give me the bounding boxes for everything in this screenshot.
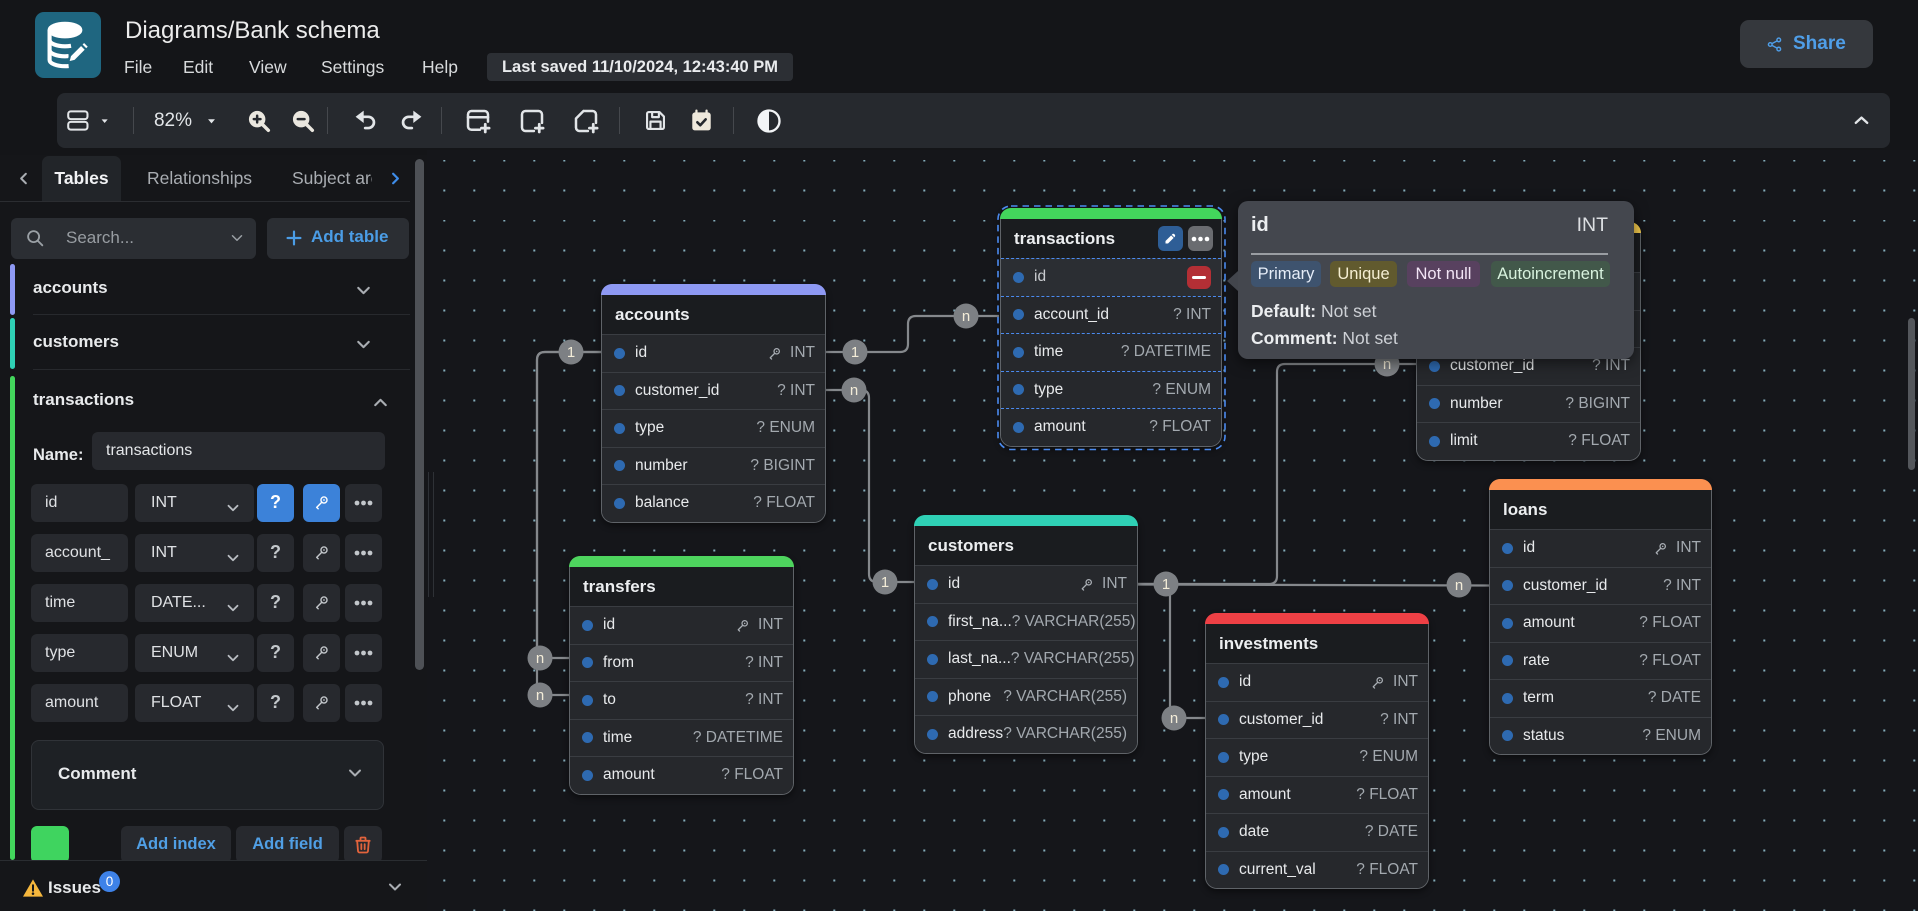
svg-text:n: n bbox=[850, 382, 858, 399]
svg-text:n: n bbox=[1170, 710, 1178, 727]
svg-text:1: 1 bbox=[1162, 576, 1170, 593]
svg-text:1: 1 bbox=[881, 574, 889, 591]
svg-text:n: n bbox=[536, 650, 544, 667]
svg-text:n: n bbox=[536, 687, 544, 704]
svg-text:n: n bbox=[1455, 577, 1463, 594]
svg-text:n: n bbox=[962, 308, 970, 325]
svg-text:1: 1 bbox=[567, 344, 575, 361]
svg-text:1: 1 bbox=[851, 344, 859, 361]
